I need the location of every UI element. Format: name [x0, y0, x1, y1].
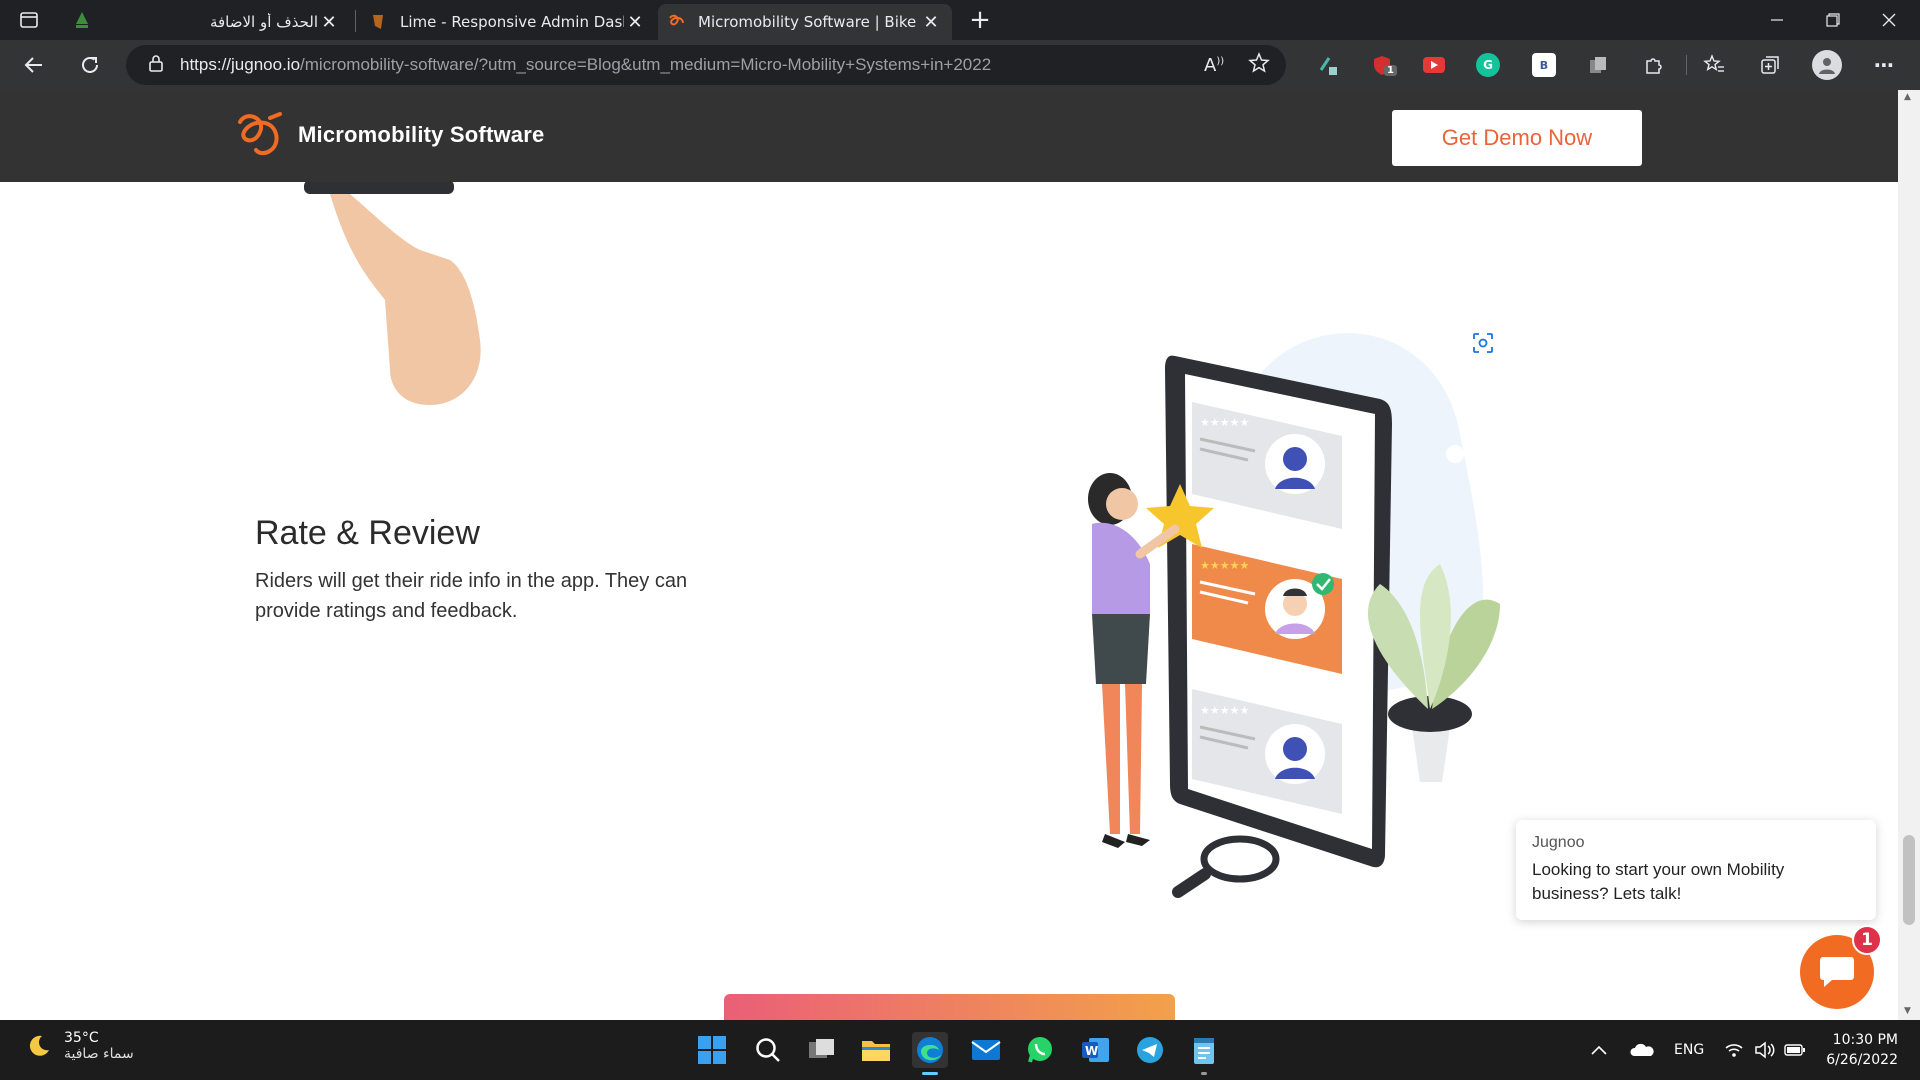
restore-button[interactable]	[1806, 0, 1860, 40]
chat-popup[interactable]: Jugnoo Looking to start your own Mobilit…	[1516, 820, 1876, 920]
tab-separator	[355, 10, 356, 32]
weather-temperature: 35°C	[64, 1030, 99, 1046]
site-header: Micromobility Software Get Demo Now	[0, 90, 1898, 182]
url-text[interactable]: https://jugnoo.io/micromobility-software…	[180, 55, 991, 75]
tab-arabic[interactable]: الحذف أو الاضافة ✕	[200, 4, 350, 40]
favorites-icon[interactable]	[1702, 53, 1726, 77]
web-page: Micromobility Software Get Demo Now Rate…	[0, 90, 1898, 1020]
active-app-indicator	[922, 1072, 938, 1075]
back-button[interactable]	[18, 49, 50, 81]
word-icon[interactable]: W	[1078, 1032, 1114, 1068]
moon-icon	[29, 1035, 49, 1056]
clock-date: 6/26/2022	[1826, 1052, 1898, 1068]
telegram-icon[interactable]	[1132, 1032, 1168, 1068]
open-app-indicator	[1201, 1072, 1207, 1075]
svg-text:★★★★★: ★★★★★	[1200, 416, 1249, 429]
jugnoo-favicon-icon	[668, 14, 684, 30]
close-window-button[interactable]	[1862, 0, 1916, 40]
get-demo-button[interactable]: Get Demo Now	[1392, 110, 1642, 166]
task-view-icon[interactable]	[804, 1032, 840, 1068]
search-icon[interactable]	[750, 1032, 786, 1068]
extension-bookmark-icon[interactable]: B	[1532, 53, 1556, 77]
toolbar-separator	[1686, 55, 1687, 75]
profile-avatar-icon[interactable]	[1812, 50, 1842, 80]
scroll-up-arrow[interactable]: ▲	[1904, 92, 1911, 102]
weather-condition: سماء صافية	[64, 1046, 134, 1062]
system-clock[interactable]: 10:30 PM 6/26/2022	[1818, 1030, 1898, 1070]
new-tab-button[interactable]: +	[966, 6, 994, 34]
extension-adblock-icon[interactable]: 1	[1370, 53, 1397, 77]
browser-tab-bar: الحذف أو الاضافة ✕ Lime - Responsive Adm…	[0, 0, 1920, 40]
extensions-puzzle-icon[interactable]	[1642, 53, 1666, 77]
svg-text:W: W	[1085, 1044, 1098, 1058]
show-hidden-icons[interactable]	[1590, 1020, 1608, 1080]
volume-icon[interactable]	[1754, 1020, 1776, 1080]
site-logo[interactable]: Micromobility Software	[236, 112, 544, 158]
add-favorite-icon[interactable]	[1248, 52, 1270, 78]
tab-lime-dashboard[interactable]: Lime - Responsive Admin Dashb ✕	[360, 4, 656, 40]
rate-review-illustration: ★★★★★ ★★★★★ ★★★★★	[1088, 333, 1500, 898]
mail-icon[interactable]	[968, 1032, 1004, 1068]
visual-search-icon[interactable]	[1472, 332, 1494, 354]
lime-favicon-icon	[370, 14, 386, 30]
language-indicator[interactable]: ENG	[1674, 1020, 1704, 1080]
pinned-tab-icon[interactable]	[72, 10, 92, 30]
chat-sender: Jugnoo	[1532, 834, 1585, 851]
logo-text: Micromobility Software	[298, 122, 545, 147]
battery-icon[interactable]	[1784, 1020, 1806, 1080]
chat-message: Looking to start your own Mobility busin…	[1532, 860, 1785, 903]
windows-start-icon[interactable]	[694, 1032, 730, 1068]
extension-drive-icon[interactable]	[1316, 53, 1340, 77]
clock-time: 10:30 PM	[1832, 1032, 1898, 1048]
browser-toolbar: https://jugnoo.io/micromobility-software…	[0, 40, 1920, 90]
tab-title: الحذف أو الاضافة	[210, 13, 318, 31]
edge-browser-icon[interactable]	[912, 1032, 948, 1075]
notepad-icon[interactable]	[1186, 1032, 1222, 1075]
tab-actions-icon[interactable]	[18, 9, 40, 31]
jugnoo-logo-icon	[238, 112, 282, 156]
extension-youtube-icon[interactable]	[1422, 53, 1446, 77]
onedrive-icon[interactable]	[1630, 1020, 1654, 1080]
collections-icon[interactable]	[1758, 53, 1782, 77]
scrollbar-thumb[interactable]	[1903, 835, 1915, 925]
hand-illustration	[304, 180, 481, 405]
url-path: /micromobility-software/?utm_source=Blog…	[300, 55, 992, 74]
scroll-down-arrow[interactable]: ▼	[1904, 1006, 1911, 1016]
weather-widget[interactable]: 35°C سماء صافية	[26, 1030, 134, 1062]
address-bar[interactable]: https://jugnoo.io/micromobility-software…	[126, 45, 1286, 85]
refresh-button[interactable]	[74, 49, 106, 81]
whatsapp-icon[interactable]	[1022, 1032, 1058, 1068]
extension-badge: 1	[1384, 65, 1397, 76]
gradient-cta-section	[724, 994, 1175, 1020]
chat-icon	[1820, 957, 1854, 987]
page-scrollbar[interactable]: ▲ ▼	[1898, 90, 1920, 1020]
chat-notification-badge: 1	[1852, 925, 1882, 955]
url-host: https://jugnoo.io	[180, 55, 301, 74]
close-tab-icon[interactable]: ✕	[318, 12, 340, 33]
close-tab-icon[interactable]: ✕	[920, 12, 942, 33]
tab-title: Micromobility Software | Bike Sh	[698, 13, 920, 31]
close-tab-icon[interactable]: ✕	[624, 12, 646, 33]
feature-description: Riders will get their ride info in the a…	[255, 570, 688, 622]
windows-taskbar: 35°C سماء صافية W ENG 10:30 PM 6/26/2022	[0, 1020, 1920, 1080]
read-aloud-icon[interactable]: A))	[1204, 55, 1224, 76]
lock-icon[interactable]	[148, 54, 164, 76]
wifi-icon[interactable]	[1724, 1020, 1744, 1080]
minimize-button[interactable]	[1750, 0, 1804, 40]
tab-title: Lime - Responsive Admin Dashb	[400, 13, 624, 31]
extension-grammarly-icon[interactable]: G	[1476, 53, 1500, 77]
feature-title: Rate & Review	[255, 514, 480, 552]
tab-micromobility[interactable]: Micromobility Software | Bike Sh ✕	[658, 4, 952, 40]
settings-more-icon[interactable]: ⋯	[1872, 53, 1896, 77]
extension-copy-icon[interactable]	[1586, 53, 1610, 77]
svg-text:★★★★★: ★★★★★	[1200, 559, 1249, 572]
svg-text:★★★★★: ★★★★★	[1200, 704, 1249, 717]
file-explorer-icon[interactable]	[858, 1032, 894, 1068]
